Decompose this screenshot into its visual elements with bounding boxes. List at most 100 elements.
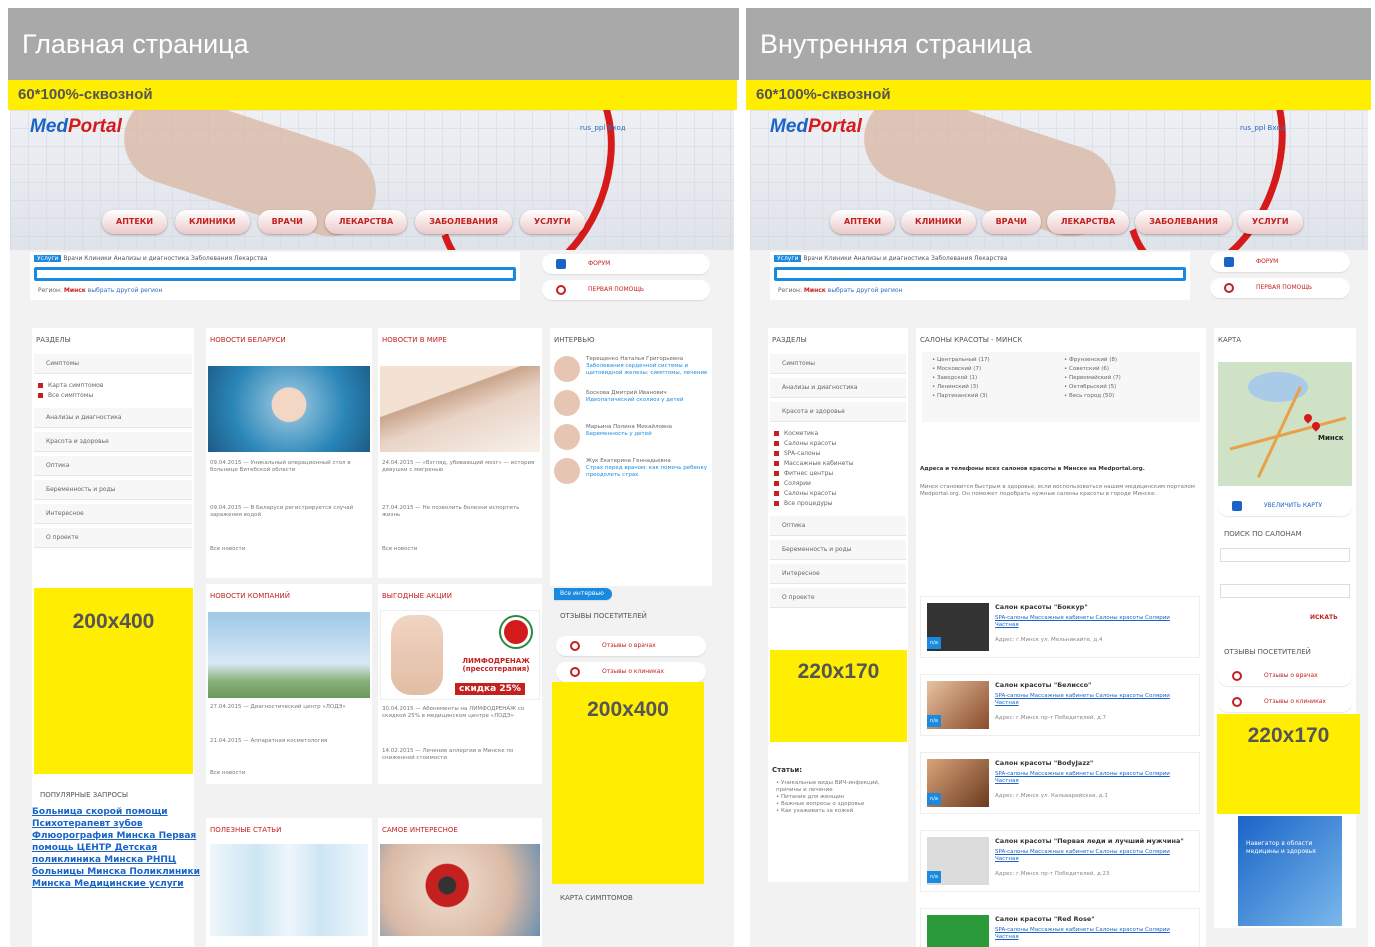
- nav-services[interactable]: УСЛУГИ: [519, 210, 585, 234]
- top-links[interactable]: rus_ppl Вход: [1240, 124, 1286, 132]
- news-snippet[interactable]: 30.04.2015 — Абонементы на ЛИМФОДРЕНАЖ с…: [382, 706, 538, 720]
- ad-slot-220x170-right: 220x170: [1217, 714, 1360, 814]
- avatar: [554, 424, 580, 450]
- target-icon: [1224, 283, 1234, 293]
- inner-page-banner: 60*100%-сквозной: [746, 80, 1371, 110]
- navigator-banner[interactable]: Навигатор в области медицины и здоровья: [1238, 816, 1342, 926]
- forum-button[interactable]: ФОРУМ: [542, 254, 710, 274]
- site-logo[interactable]: MedPortal: [30, 116, 122, 138]
- nav-clinics[interactable]: КЛИНИКИ: [901, 210, 976, 234]
- search-box: Услуги Врачи Клиники Анализы и диагности…: [770, 252, 1190, 300]
- main-page-header: Главная страница: [8, 8, 739, 80]
- section-item[interactable]: О проекте: [34, 528, 192, 548]
- enlarge-map-button[interactable]: УВЕЛИЧИТЬ КАРТУ: [1218, 496, 1352, 516]
- user-icon: [1232, 671, 1242, 681]
- site-logo[interactable]: MedPortal: [770, 116, 862, 138]
- section-item[interactable]: О проекте: [770, 588, 906, 608]
- nav-clinics[interactable]: КЛИНИКИ: [175, 210, 250, 234]
- all-news-link[interactable]: Все новости: [210, 770, 245, 777]
- news-snippet[interactable]: 09.04.2015 — Уникальный операционный сто…: [210, 460, 368, 474]
- review-doctors-button[interactable]: Отзывы о врачах: [556, 636, 706, 656]
- section-item[interactable]: Интересное: [34, 504, 192, 524]
- salon-name-field[interactable]: [1220, 548, 1350, 562]
- news-snippet[interactable]: 27.04.2015 — Диагностический центр «ЛОДЭ…: [210, 704, 368, 711]
- avatar: [554, 390, 580, 416]
- districts-list[interactable]: • Центральный (17) • Московский (7) • Заво…: [922, 352, 1200, 422]
- all-news-link[interactable]: Все новости: [210, 546, 245, 553]
- first-aid-button[interactable]: ПЕРВАЯ ПОМОЩЬ: [1210, 278, 1350, 298]
- main-nav: АПТЕКИ КЛИНИКИ ВРАЧИ ЛЕКАРСТВА ЗАБОЛЕВАН…: [102, 210, 585, 234]
- article-photo-eye-exam[interactable]: [380, 844, 540, 936]
- section-item[interactable]: Симптомы: [34, 354, 192, 374]
- nav-medicines[interactable]: ЛЕКАРСТВА: [1046, 210, 1130, 234]
- section-item[interactable]: Оптика: [34, 456, 192, 476]
- search-input[interactable]: [34, 267, 516, 281]
- first-aid-button[interactable]: ПЕРВАЯ ПОМОЩЬ: [542, 280, 710, 300]
- nav-diseases[interactable]: ЗАБОЛЕВАНИЯ: [415, 210, 512, 234]
- beauty-sublist: Косметика Салоны красоты SPA-салоны Масс…: [768, 426, 908, 512]
- search-tabs[interactable]: Услуги Врачи Клиники Анализы и диагности…: [770, 252, 1190, 265]
- search-tabs[interactable]: Услуги Врачи Клиники Анализы и диагности…: [30, 252, 520, 265]
- nav-medicines[interactable]: ЛЕКАРСТВА: [324, 210, 408, 234]
- section-item[interactable]: Беременность и роды: [770, 540, 906, 560]
- inner-page-mockup: MedPortal rus_ppl Вход АПТЕКИ КЛИНИКИ ВР…: [750, 110, 1368, 947]
- forum-button[interactable]: ФОРУМ: [1210, 252, 1350, 272]
- article-photo-water[interactable]: [210, 844, 368, 936]
- section-item[interactable]: Анализы и диагностика: [770, 378, 906, 398]
- news-snippet[interactable]: 09.04.2015 — В Беларуси регистрируется с…: [210, 505, 368, 519]
- promo-lymphodrainage[interactable]: ЛИМФОДРЕНАЖ (прессотерапия) скидка 25%: [380, 610, 540, 700]
- section-item[interactable]: Симптомы: [770, 354, 906, 374]
- main-page-banner: 60*100%-сквозной: [8, 80, 737, 110]
- news-photo-surgeons[interactable]: [208, 366, 370, 452]
- section-item[interactable]: Красота и здоровье: [770, 402, 906, 422]
- news-photo-woman-field[interactable]: [208, 612, 370, 698]
- visitors-title: ОТЗЫВЫ ПОСЕТИТЕЛЕЙ: [560, 612, 647, 620]
- popular-title: ПОПУЛЯРНЫЕ ЗАПРОСЫ: [40, 791, 129, 799]
- pin-icon: [1232, 501, 1242, 511]
- salon-card[interactable]: Салон красоты "BodyJazz" SPA-салоны Масса…: [920, 752, 1200, 814]
- nav-pharmacies[interactable]: АПТЕКИ: [102, 210, 168, 234]
- hero-banner: MedPortal rus_ppl Вход АПТЕКИ КЛИНИКИ ВР…: [10, 110, 734, 250]
- salon-card[interactable]: Салон красоты "Red Rose" SPA-салоны Масса…: [920, 908, 1200, 947]
- interview-column: ИНТЕРВЬЮ Терещенко Наталья Григорьевна За…: [550, 328, 712, 586]
- nav-services[interactable]: УСЛУГИ: [1237, 210, 1303, 234]
- search-input[interactable]: [774, 267, 1186, 281]
- main-page-mockup: MedPortal rus_ppl Вход АПТЕКИ КЛИНИКИ ВР…: [10, 110, 734, 947]
- nav-doctors[interactable]: ВРАЧИ: [981, 210, 1041, 234]
- region-selector[interactable]: Регион: Минск выбрать другой регион: [770, 283, 1190, 298]
- news-photo-headache[interactable]: [380, 366, 540, 452]
- target-icon: [556, 285, 566, 295]
- ad-slot-200x400-left: 200x400: [34, 588, 193, 774]
- news-snippet[interactable]: 14.02.2015 — Лечение аллергии в Минске п…: [382, 748, 538, 762]
- region-selector[interactable]: Регион: Минск выбрать другой регион: [30, 283, 520, 298]
- section-item[interactable]: Красота и здоровье: [34, 432, 192, 452]
- section-item[interactable]: Беременность и роды: [34, 480, 192, 500]
- all-interviews-button[interactable]: Все интервью: [554, 588, 612, 600]
- review-clinics-button[interactable]: Отзывы о клиниках: [556, 662, 706, 682]
- salon-card[interactable]: Салон красоты "Боккур" SPA-салоны Массажн…: [920, 596, 1200, 658]
- section-item[interactable]: Анализы и диагностика: [34, 408, 192, 428]
- salon-card[interactable]: Салон красоты "Первая леди и лучший мужч…: [920, 830, 1200, 892]
- top-links[interactable]: rus_ppl Вход: [580, 124, 626, 132]
- review-doctors-button[interactable]: Отзывы о врачах: [1218, 666, 1352, 686]
- procedure-select[interactable]: [1220, 584, 1350, 598]
- nav-diseases[interactable]: ЗАБОЛЕВАНИЯ: [1135, 210, 1232, 234]
- news-snippet[interactable]: 24.04.2015 — «Взгляд, убивающий мозг» — …: [382, 460, 538, 474]
- popular-queries[interactable]: Больница скорой помощи Психотерапевт зуб…: [32, 806, 202, 890]
- building-icon: [1232, 697, 1242, 707]
- nav-pharmacies[interactable]: АПТЕКИ: [830, 210, 896, 234]
- all-news-link[interactable]: Все новости: [382, 546, 417, 553]
- search-submit[interactable]: ИСКАТЬ: [1310, 614, 1338, 621]
- symptom-map-title: КАРТА СИМПТОМОВ: [560, 894, 633, 902]
- hero-banner: MedPortal rus_ppl Вход АПТЕКИ КЛИНИКИ ВР…: [750, 110, 1368, 250]
- review-clinics-button[interactable]: Отзывы о клиниках: [1218, 692, 1352, 712]
- news-snippet[interactable]: 27.04.2015 — Не позволить болезни испорт…: [382, 505, 538, 519]
- nav-doctors[interactable]: ВРАЧИ: [257, 210, 317, 234]
- avatar: [554, 356, 580, 382]
- section-item[interactable]: Оптика: [770, 516, 906, 536]
- salons-map[interactable]: Минск: [1218, 362, 1352, 486]
- section-item[interactable]: Интересное: [770, 564, 906, 584]
- salon-card[interactable]: Салон красоты "Белиссо" SPA-салоны Массаж…: [920, 674, 1200, 736]
- user-icon: [570, 641, 580, 651]
- news-snippet[interactable]: 21.04.2015 — Аппаратная косметология: [210, 738, 368, 745]
